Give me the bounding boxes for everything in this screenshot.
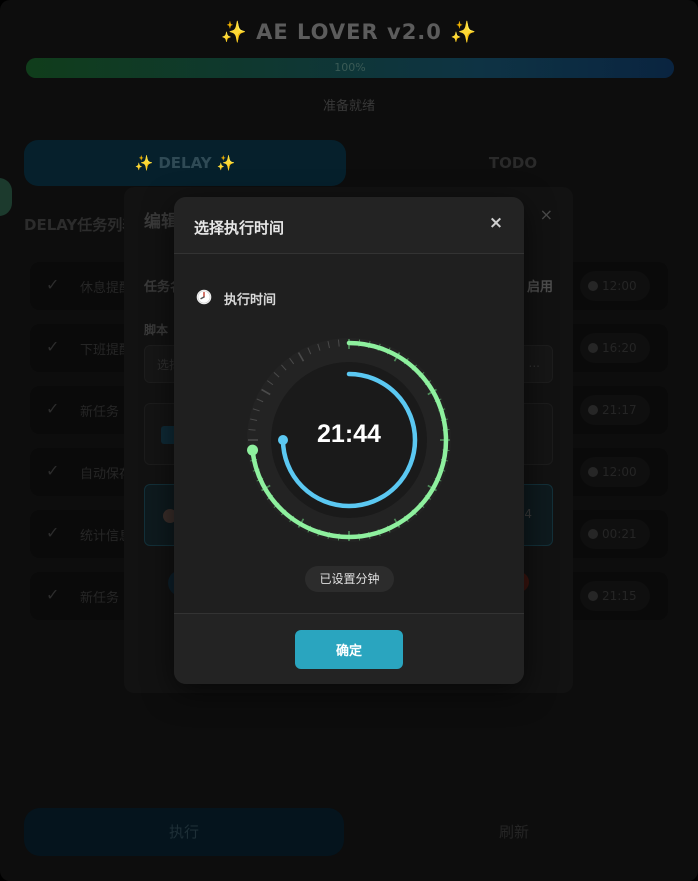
progress-text: 100% [334, 61, 366, 74]
tab-delay[interactable]: ✨ DELAY ✨ [24, 140, 346, 186]
minute-handle [247, 444, 259, 456]
exec-time-label: 执行时间 [224, 293, 277, 308]
task-time-badge[interactable]: 21:15 [580, 581, 650, 611]
task-time-badge[interactable]: 12:00 [580, 457, 650, 487]
edit-dialog-close-icon[interactable]: × [540, 205, 553, 224]
time-picker-modal: 选择执行时间 × 执行时间 21:44 已设置分钟 确定 [174, 197, 524, 684]
dial-inner-disc [271, 362, 427, 518]
check-icon[interactable]: ✓ [46, 586, 64, 604]
task-name: 新任务 [80, 405, 120, 420]
modal-title: 选择执行时间 [194, 219, 285, 237]
check-icon[interactable]: ✓ [46, 338, 64, 356]
task-time-badge[interactable]: 00:21 [580, 519, 650, 549]
task-time-badge[interactable]: 12:00 [580, 271, 650, 301]
progress-bar: 100% [26, 58, 674, 78]
run-button[interactable]: 执行 [24, 808, 344, 856]
check-icon[interactable]: ✓ [46, 400, 64, 418]
clock-icon [196, 289, 212, 305]
confirm-button[interactable]: 确定 [295, 630, 403, 669]
check-icon[interactable]: ✓ [46, 462, 64, 480]
refresh-button[interactable]: 刷新 [354, 808, 674, 856]
hint-badge: 已设置分钟 [305, 566, 394, 592]
side-badge-icon[interactable] [0, 178, 12, 216]
script-label: 脚本 [144, 323, 169, 337]
close-icon[interactable]: × [486, 213, 506, 233]
section-title: DELAY任务列表 [24, 216, 138, 234]
task-time-badge[interactable]: 16:20 [580, 333, 650, 363]
task-name: 新任务 [80, 591, 120, 606]
tab-todo[interactable]: TODO [352, 140, 674, 186]
app-title: ✨ AE LOVER v2.0 ✨ [220, 20, 478, 44]
task-time-badge[interactable]: 21:17 [580, 395, 650, 425]
hour-handle [278, 435, 288, 445]
modal-header: 选择执行时间 × [174, 197, 524, 254]
time-dial[interactable] [244, 335, 454, 545]
check-icon[interactable]: ✓ [46, 524, 64, 542]
enable-toggle-label[interactable]: 启用 [527, 276, 553, 295]
script-browse-button[interactable]: ... [529, 356, 540, 370]
check-icon[interactable]: ✓ [46, 276, 64, 294]
status-text: 准备就绪 [322, 99, 375, 114]
modal-footer: 确定 [174, 613, 524, 684]
